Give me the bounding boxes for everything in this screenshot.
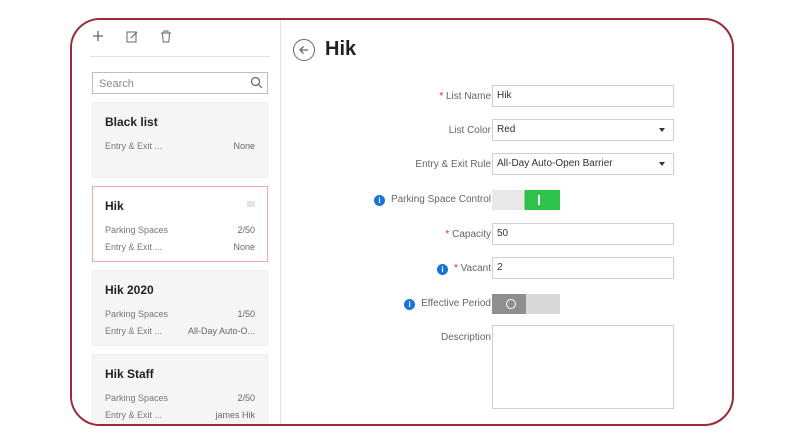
parking-control-label: i Parking Space Control xyxy=(281,194,491,206)
list-color-select[interactable]: Red xyxy=(492,119,674,141)
row-label: Entry & Exit ... xyxy=(105,242,163,252)
capacity-label: * Capacity xyxy=(445,229,491,240)
row-label: Parking Spaces xyxy=(105,393,169,403)
list-color-label: List Color xyxy=(448,125,491,136)
row-value: All-Day Auto-O... xyxy=(187,326,255,336)
list-card-title: Hik Staff xyxy=(105,367,154,381)
toggle-track xyxy=(526,294,560,314)
row-label: Entry & Exit ... xyxy=(105,410,163,420)
list-card-row: Entry & Exit ... All-Day Auto-O... xyxy=(105,326,255,336)
row-label: Entry & Exit ... xyxy=(105,326,163,336)
list-card-row: Parking Spaces 1/50 xyxy=(105,309,255,319)
row-value: None xyxy=(233,141,255,151)
description-textarea[interactable] xyxy=(492,325,674,409)
toolbar-divider xyxy=(90,56,270,57)
list-card-row: Entry & Exit ... james Hik xyxy=(105,410,255,420)
toggle-knob xyxy=(538,195,540,205)
row-value: 2/50 xyxy=(237,393,255,403)
app-frame: Black list Entry & Exit ... None Hik Par… xyxy=(70,18,734,426)
list-card-hik[interactable]: Hik Parking Spaces 2/50 Entry & Exit ...… xyxy=(92,186,268,262)
row-value: 2/50 xyxy=(237,225,255,235)
trash-icon[interactable] xyxy=(158,28,174,44)
effective-period-label: i Effective Period xyxy=(281,298,491,310)
rule-value: All-Day Auto-Open Barrier xyxy=(497,158,613,169)
info-icon[interactable]: i xyxy=(373,195,385,206)
rule-select[interactable]: All-Day Auto-Open Barrier xyxy=(492,153,674,175)
chevron-down-icon xyxy=(659,128,665,132)
search-input[interactable] xyxy=(97,74,241,94)
info-icon[interactable]: i xyxy=(404,299,416,310)
effective-period-toggle[interactable] xyxy=(492,294,560,314)
chevron-down-icon xyxy=(659,162,665,166)
list-card-row: Parking Spaces 2/50 xyxy=(105,393,255,403)
list-card-title: Hik 2020 xyxy=(105,283,154,297)
row-value: 1/50 xyxy=(237,309,255,319)
list-card-row: Entry & Exit ... None xyxy=(105,242,255,252)
list-card-black-list[interactable]: Black list Entry & Exit ... None xyxy=(92,102,268,178)
list-card-row: Parking Spaces 2/50 xyxy=(105,225,255,235)
list-card-title: Black list xyxy=(105,115,158,129)
list-name-input[interactable]: Hik xyxy=(492,85,674,107)
capacity-input[interactable]: 50 xyxy=(492,223,674,245)
row-label: Parking Spaces xyxy=(105,225,169,235)
row-label: Parking Spaces xyxy=(105,309,169,319)
vacant-input[interactable]: 2 xyxy=(492,257,674,279)
detail-header: Hik xyxy=(293,38,356,61)
edit-icon[interactable] xyxy=(124,28,140,44)
row-label: Entry & Exit ... xyxy=(105,141,163,151)
parking-control-toggle[interactable] xyxy=(492,190,560,210)
row-value: james Hik xyxy=(215,410,255,420)
toggle-knob xyxy=(506,299,516,309)
rule-label: Entry & Exit Rule xyxy=(415,159,491,170)
info-icon[interactable]: i xyxy=(436,264,448,275)
page-title: Hik xyxy=(325,38,357,60)
search-box[interactable] xyxy=(92,72,268,94)
list-name-label: * List Name xyxy=(439,91,491,102)
list-color-value: Red xyxy=(497,124,516,135)
back-arrow-icon[interactable] xyxy=(293,38,315,61)
search-icon[interactable] xyxy=(250,76,263,94)
list-cards: Black list Entry & Exit ... None Hik Par… xyxy=(92,102,270,424)
row-value: None xyxy=(233,242,255,252)
detail-panel: Hik * List Name Hik List Color Red Entry… xyxy=(281,20,732,424)
list-panel: Black list Entry & Exit ... None Hik Par… xyxy=(72,20,281,424)
list-toolbar xyxy=(90,28,174,44)
vacant-label: i * Vacant xyxy=(281,263,491,275)
selected-marker-icon xyxy=(247,201,255,207)
list-card-row: Entry & Exit ... None xyxy=(105,141,255,151)
list-card-title: Hik xyxy=(105,199,124,213)
plus-icon[interactable] xyxy=(90,28,106,44)
list-card-hik-staff[interactable]: Hik Staff Parking Spaces 2/50 Entry & Ex… xyxy=(92,354,268,424)
list-card-hik-2020[interactable]: Hik 2020 Parking Spaces 1/50 Entry & Exi… xyxy=(92,270,268,346)
description-label: Description xyxy=(440,332,491,343)
